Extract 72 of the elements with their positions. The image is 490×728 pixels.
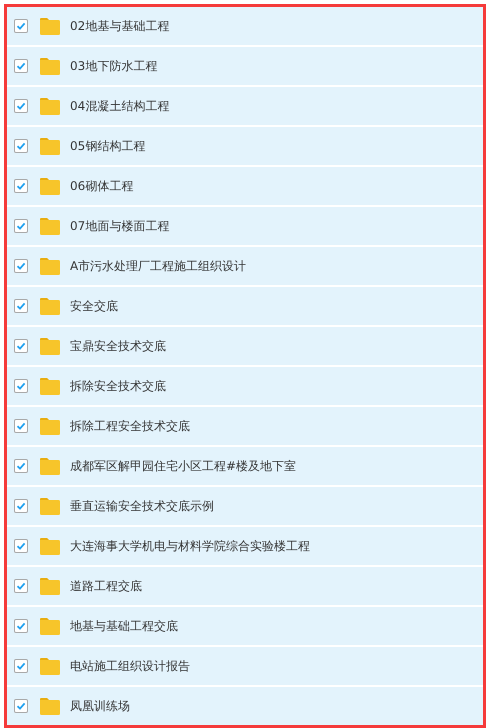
- checkbox[interactable]: [14, 459, 28, 473]
- folder-name: 03地下防水工程: [70, 58, 158, 74]
- file-row[interactable]: 成都军区解甲园住宅小区工程#楼及地下室: [7, 447, 483, 485]
- checkbox[interactable]: [14, 659, 28, 673]
- file-row[interactable]: 垂直运输安全技术交底示例: [7, 487, 483, 525]
- folder-icon: [40, 298, 60, 314]
- folder-name: 拆除安全技术交底: [70, 378, 166, 394]
- file-row[interactable]: 05钢结构工程: [7, 127, 483, 165]
- checkbox[interactable]: [14, 499, 28, 513]
- folder-icon: [40, 498, 60, 514]
- file-row[interactable]: 凤凰训练场: [7, 687, 483, 725]
- checkbox[interactable]: [14, 539, 28, 553]
- file-row[interactable]: 安全交底: [7, 287, 483, 325]
- folder-icon: [40, 18, 60, 34]
- checkbox[interactable]: [14, 339, 28, 353]
- checkbox[interactable]: [14, 379, 28, 393]
- file-row[interactable]: 06砌体工程: [7, 167, 483, 205]
- folder-name: 宝鼎安全技术交底: [70, 338, 166, 354]
- checkbox[interactable]: [14, 59, 28, 73]
- folder-name: 07地面与楼面工程: [70, 218, 170, 234]
- folder-icon: [40, 578, 60, 594]
- checkbox[interactable]: [14, 179, 28, 193]
- folder-name: A市污水处理厂工程施工组织设计: [70, 258, 246, 274]
- file-row[interactable]: 03地下防水工程: [7, 47, 483, 85]
- folder-icon: [40, 178, 60, 194]
- checkbox[interactable]: [14, 299, 28, 313]
- checkbox[interactable]: [14, 219, 28, 233]
- file-row[interactable]: 拆除安全技术交底: [7, 367, 483, 405]
- folder-name: 06砌体工程: [70, 178, 134, 194]
- checkbox[interactable]: [14, 99, 28, 113]
- file-row[interactable]: 拆除工程安全技术交底: [7, 407, 483, 445]
- folder-icon: [40, 658, 60, 674]
- folder-name: 凤凰训练场: [70, 698, 130, 714]
- folder-icon: [40, 338, 60, 354]
- folder-name: 04混凝土结构工程: [70, 98, 170, 114]
- file-row[interactable]: A市污水处理厂工程施工组织设计: [7, 247, 483, 285]
- folder-icon: [40, 258, 60, 274]
- folder-name: 安全交底: [70, 298, 118, 314]
- checkbox[interactable]: [14, 699, 28, 713]
- file-row[interactable]: 电站施工组织设计报告: [7, 647, 483, 685]
- file-row[interactable]: 宝鼎安全技术交底: [7, 327, 483, 365]
- folder-name: 垂直运输安全技术交底示例: [70, 498, 214, 514]
- folder-name: 地基与基础工程交底: [70, 618, 178, 634]
- folder-icon: [40, 98, 60, 114]
- folder-name: 拆除工程安全技术交底: [70, 418, 190, 434]
- file-row[interactable]: 大连海事大学机电与材料学院综合实验楼工程: [7, 527, 483, 565]
- file-row[interactable]: 道路工程交底: [7, 567, 483, 605]
- folder-name: 02地基与基础工程: [70, 18, 170, 34]
- folder-name: 成都军区解甲园住宅小区工程#楼及地下室: [70, 458, 296, 474]
- checkbox[interactable]: [14, 19, 28, 33]
- folder-icon: [40, 378, 60, 394]
- folder-icon: [40, 698, 60, 714]
- folder-icon: [40, 618, 60, 634]
- folder-icon: [40, 538, 60, 554]
- folder-icon: [40, 218, 60, 234]
- checkbox[interactable]: [14, 419, 28, 433]
- folder-name: 大连海事大学机电与材料学院综合实验楼工程: [70, 538, 310, 554]
- folder-icon: [40, 138, 60, 154]
- folder-icon: [40, 458, 60, 474]
- file-row[interactable]: 07地面与楼面工程: [7, 207, 483, 245]
- folder-icon: [40, 58, 60, 74]
- checkbox[interactable]: [14, 139, 28, 153]
- file-row[interactable]: 地基与基础工程交底: [7, 607, 483, 645]
- folder-icon: [40, 418, 60, 434]
- folder-name: 道路工程交底: [70, 578, 142, 594]
- file-row[interactable]: 04混凝土结构工程: [7, 87, 483, 125]
- folder-name: 05钢结构工程: [70, 138, 146, 154]
- folder-name: 电站施工组织设计报告: [70, 658, 190, 674]
- file-row[interactable]: 02地基与基础工程: [7, 7, 483, 45]
- checkbox[interactable]: [14, 579, 28, 593]
- checkbox[interactable]: [14, 259, 28, 273]
- checkbox[interactable]: [14, 619, 28, 633]
